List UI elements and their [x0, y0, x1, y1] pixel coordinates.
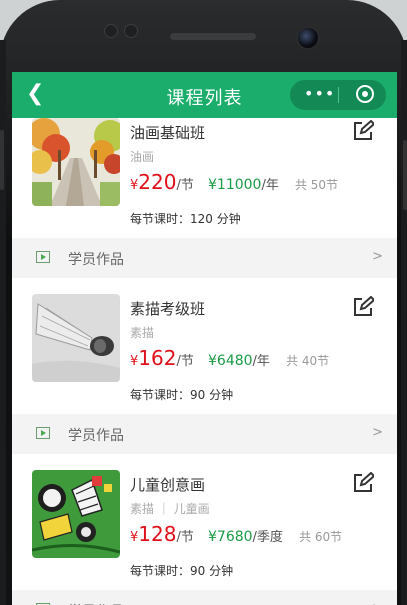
phone-right-edge	[401, 40, 407, 605]
power-button	[403, 140, 407, 210]
lesson-count: 共 50节	[294, 178, 339, 192]
course-card[interactable]: 油画基础班 油画 ¥220/节 ¥11000/年 共 50节 每节课时：120 …	[12, 118, 397, 238]
volume-button	[0, 130, 4, 190]
edit-icon[interactable]	[352, 296, 374, 318]
course-thumbnail-children-drawing[interactable]	[32, 470, 120, 558]
lesson-duration: 每节课时：120 分钟	[130, 212, 241, 226]
phone-frame: ❮ 课程列表 ••• 油画基础班 油画 ¥220/节 ¥11000/年 共 50…	[0, 0, 407, 605]
course-title: 儿童创意画	[130, 476, 206, 494]
price-per-lesson: ¥128	[130, 522, 177, 546]
student-works-label: 学员作品	[68, 601, 124, 605]
course-card[interactable]: 素描考级班 素描 ¥162/节 ¥6480/年 共 40节 每节课时：90 分钟	[12, 294, 397, 414]
lesson-duration: 每节课时：90 分钟	[130, 564, 234, 578]
lesson-duration: 每节课时：90 分钟	[130, 388, 234, 402]
price-per-lesson: ¥162	[130, 346, 177, 370]
course-category: 素描	[130, 326, 155, 340]
course-title: 素描考级班	[130, 300, 206, 318]
price-row: ¥220/节 ¥11000/年 共 50节	[130, 170, 338, 194]
price-per-lesson: ¥220	[130, 170, 177, 194]
course-title: 油画基础班	[130, 124, 206, 142]
menu-capsule[interactable]: •••	[290, 80, 386, 110]
course-thumbnail-shuttlecock[interactable]	[32, 294, 120, 382]
course-category: 素描 ｜ 儿童画	[130, 502, 210, 516]
lesson-count: 共 60节	[299, 530, 343, 544]
app-screen: ❮ 课程列表 ••• 油画基础班 油画 ¥220/节 ¥11000/年 共 50…	[12, 72, 397, 605]
more-dots-icon[interactable]: •••	[304, 84, 335, 103]
student-works-bar[interactable]: 学员作品 >	[12, 414, 397, 454]
target-circle-icon[interactable]	[356, 85, 374, 103]
lesson-count: 共 40节	[286, 354, 330, 368]
course-category: 油画	[130, 150, 155, 164]
video-play-icon	[36, 251, 50, 263]
proximity-sensor	[104, 24, 118, 38]
light-sensor	[124, 24, 138, 38]
student-works-bar[interactable]: 学员作品 >	[12, 590, 397, 605]
price-row: ¥128/节 ¥7680/季度 共 60节	[130, 522, 342, 546]
package-unit: /年	[261, 178, 279, 193]
student-works-label: 学员作品	[68, 428, 124, 444]
navigation-bar: ❮ 课程列表 •••	[12, 72, 397, 118]
package-price: ¥7680	[208, 529, 253, 545]
price-row: ¥162/节 ¥6480/年 共 40节	[130, 346, 329, 370]
edit-icon[interactable]	[352, 472, 374, 494]
price-unit: /节	[176, 178, 194, 193]
package-unit: /年	[252, 354, 270, 369]
earpiece-speaker	[170, 33, 256, 40]
course-card[interactable]: 儿童创意画 素描 ｜ 儿童画 ¥128/节 ¥7680/季度 共 60节 每节课…	[12, 470, 397, 590]
phone-left-edge	[0, 40, 6, 605]
package-price: ¥11000	[208, 177, 262, 193]
student-works-bar[interactable]: 学员作品 >	[12, 238, 397, 278]
edit-icon[interactable]	[352, 120, 374, 142]
chevron-right-icon: >	[372, 249, 383, 264]
price-unit: /节	[176, 530, 194, 545]
student-works-label: 学员作品	[68, 252, 124, 268]
chevron-right-icon: >	[372, 601, 383, 605]
package-price: ¥6480	[208, 353, 253, 369]
price-unit: /节	[176, 354, 194, 369]
front-camera	[296, 26, 320, 50]
course-thumbnail-autumn-road[interactable]	[32, 118, 120, 206]
chevron-right-icon: >	[372, 425, 383, 440]
capsule-divider	[338, 87, 339, 103]
package-unit: /季度	[252, 530, 283, 545]
video-play-icon	[36, 427, 50, 439]
